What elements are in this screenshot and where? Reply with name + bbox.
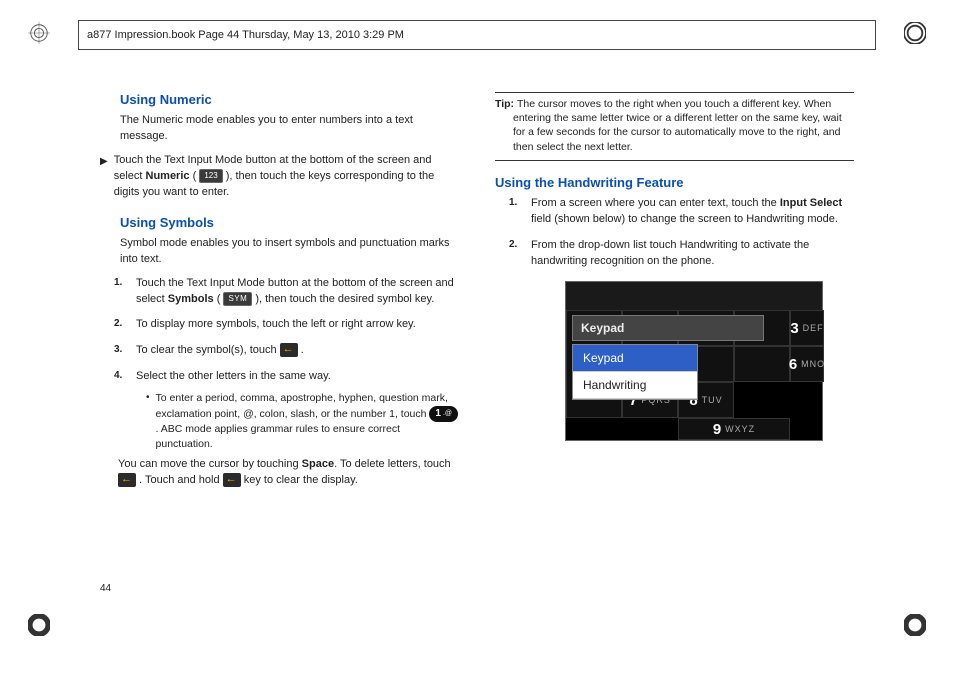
symbols-step-1: 1.Touch the Text Input Mode button at th…: [136, 276, 459, 308]
section-handwriting: Using the Handwriting Feature: [495, 175, 854, 190]
symbols-steps: 1.Touch the Text Input Mode button at th…: [136, 276, 459, 452]
phone-key-6: 6MNO: [790, 346, 824, 382]
key-1-icon: 1.@: [429, 406, 458, 422]
phone-dropdown-item-handwriting: Handwriting: [573, 372, 697, 399]
chip-123-icon: 123: [199, 169, 222, 183]
chip-sym-icon: SYM: [223, 292, 252, 306]
right-column: Tip: The cursor moves to the right when …: [495, 92, 854, 497]
handwriting-steps: 1.From a screen where you can enter text…: [531, 196, 854, 270]
symbols-step-2: 2.To display more symbols, touch the lef…: [136, 317, 459, 333]
triangle-bullet-icon: ▶: [100, 156, 108, 209]
symbols-tail: You can move the cursor by touching Spac…: [118, 457, 459, 489]
phone-top-bar: [566, 282, 822, 310]
section-using-numeric: Using Numeric: [120, 92, 459, 107]
section-using-symbols: Using Symbols: [120, 215, 459, 230]
numeric-bold: Numeric: [146, 170, 190, 182]
phone-screenshot: 3DEF ⇦ 6MNO 7PQRS 8TUV 9WXYZ Keypad Keyp…: [565, 281, 823, 441]
handwriting-step-1: 1.From a screen where you can enter text…: [531, 196, 854, 228]
phone-key: [734, 346, 790, 382]
tip-block: Tip: The cursor moves to the right when …: [495, 92, 854, 161]
page-number: 44: [100, 583, 111, 594]
symbols-step-3: 3.To clear the symbol(s), touch .: [136, 343, 459, 359]
backspace-icon: [118, 473, 136, 487]
tip-text: The cursor moves to the right when you t…: [513, 98, 842, 153]
crop-mark-br: [904, 614, 926, 636]
phone-input-select-field: Keypad: [572, 315, 764, 341]
symbols-sub-bullet: • To enter a period, comma, apostrophe, …: [146, 391, 459, 451]
phone-dropdown-item-keypad: Keypad: [573, 345, 697, 372]
crop-mark-tl: [28, 22, 50, 44]
crop-mark-bl: [28, 614, 50, 636]
handwriting-step-2: 2.From the drop-down list touch Handwrit…: [531, 238, 854, 270]
numeric-intro: The Numeric mode enables you to enter nu…: [120, 113, 459, 145]
phone-key-9: 9WXYZ: [678, 418, 790, 440]
page-header-text: a877 Impression.book Page 44 Thursday, M…: [87, 29, 404, 41]
phone-dropdown: Keypad Handwriting: [572, 344, 698, 400]
page-header-box: a877 Impression.book Page 44 Thursday, M…: [78, 20, 876, 50]
backspace-icon: [223, 473, 241, 487]
symbols-step-4: 4.Select the other letters in the same w…: [136, 369, 459, 451]
phone-key-3: 3DEF: [790, 310, 824, 346]
tip-label: Tip:: [495, 98, 517, 110]
symbols-intro: Symbol mode enables you to insert symbol…: [120, 236, 459, 268]
left-column: Using Numeric The Numeric mode enables y…: [100, 92, 459, 497]
numeric-step: ▶ Touch the Text Input Mode button at th…: [100, 153, 459, 209]
backspace-icon: [280, 343, 298, 357]
crop-mark-tr: [904, 22, 926, 44]
